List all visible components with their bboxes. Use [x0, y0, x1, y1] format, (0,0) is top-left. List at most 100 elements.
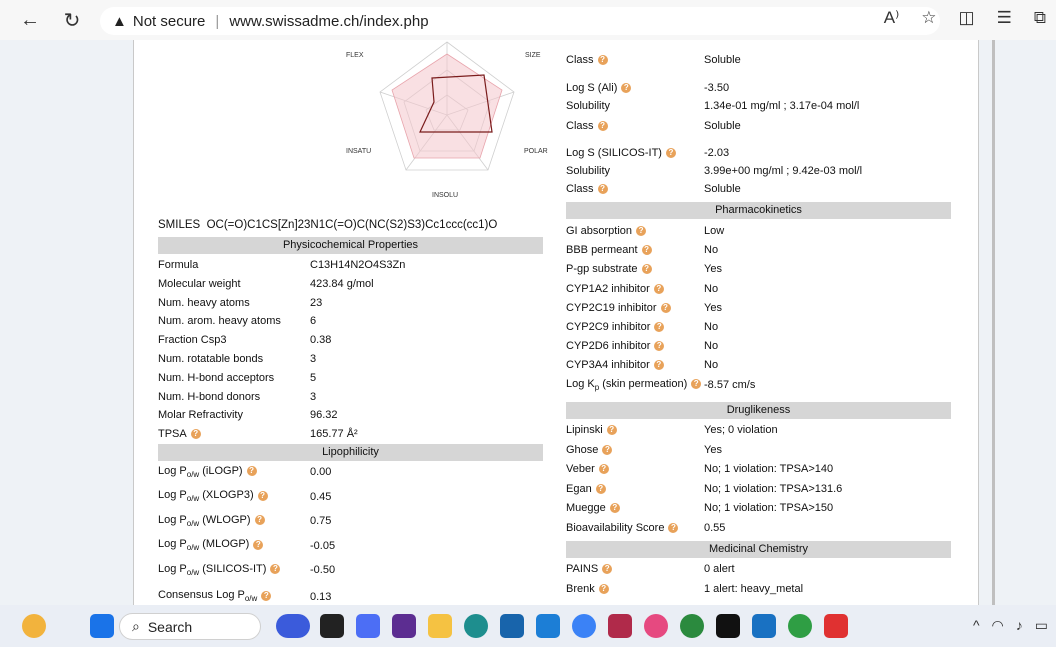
row-label: PAINS?: [566, 563, 613, 575]
collections-icon[interactable]: ⧉: [1034, 8, 1046, 28]
row-label: Log S (Ali)?: [566, 82, 632, 94]
pharmacokinetics-header: Pharmacokinetics: [566, 202, 951, 219]
pk-row: CYP2C19 inhibitor? Yes: [566, 299, 951, 317]
druglikeness-header: Druglikeness: [566, 402, 951, 419]
row-label: Molar Refractivity: [158, 409, 243, 422]
read-aloud-icon[interactable]: A⁾: [884, 8, 900, 28]
physchem-row: Formula C13H14N2O4S3Zn: [158, 256, 543, 274]
class-help-icon[interactable]: ?: [597, 55, 608, 66]
druglike-help-icon[interactable]: ?: [609, 503, 620, 514]
file-explorer-icon[interactable]: [428, 614, 452, 638]
taskbar-search[interactable]: ⌕ Search: [119, 613, 261, 640]
favorite-star-icon[interactable]: ☆: [921, 8, 936, 28]
row-value: Yes; 0 violation: [704, 424, 778, 436]
tpsa-help-icon[interactable]: ?: [190, 429, 201, 440]
back-icon[interactable]: ←: [16, 6, 44, 34]
app-icon-1[interactable]: [392, 614, 416, 638]
physchem-row: TPSA? 165.77 Å²: [158, 425, 543, 443]
subscript-ow: o/w: [186, 494, 200, 504]
pk-help-icon[interactable]: ?: [641, 245, 652, 256]
druglike-help-icon[interactable]: ?: [595, 483, 606, 494]
logs-help-icon[interactable]: ?: [665, 148, 676, 159]
logp-help-icon[interactable]: ?: [270, 564, 281, 574]
task-view-icon[interactable]: [320, 614, 344, 638]
store-icon[interactable]: [500, 614, 524, 638]
chevron-up-icon[interactable]: ^: [973, 617, 980, 634]
kp-help-icon[interactable]: ?: [691, 378, 702, 389]
row-value: -3.50: [704, 82, 730, 94]
row-value: 5: [310, 371, 317, 384]
pk-help-icon[interactable]: ?: [654, 341, 665, 352]
volume-icon[interactable]: ♪: [1016, 617, 1023, 634]
row-label: BBB permeant?: [566, 244, 652, 256]
app-icon-2[interactable]: [536, 614, 560, 638]
split-screen-icon[interactable]: ◫: [959, 8, 975, 28]
pk-help-icon[interactable]: ?: [653, 360, 664, 371]
app-icon-3[interactable]: [608, 614, 632, 638]
refresh-icon[interactable]: ↻: [58, 6, 86, 34]
word-icon[interactable]: [752, 614, 776, 638]
row-label: Num. H-bond donors: [158, 390, 261, 403]
physchem-row: Molar Refractivity 96.32: [158, 406, 543, 424]
favorites-icon[interactable]: ☰: [997, 8, 1012, 28]
medchem-help-icon[interactable]: ?: [602, 564, 613, 575]
app-icon-7[interactable]: [824, 614, 848, 638]
edge-icon[interactable]: [464, 614, 488, 638]
pk-help-icon[interactable]: ?: [653, 283, 664, 294]
row-value: 423.84 g/mol: [310, 277, 374, 290]
subscript-ow: o/w: [186, 470, 200, 480]
logp-help-icon[interactable]: ?: [257, 490, 268, 501]
row-label: Num. heavy atoms: [158, 296, 250, 309]
warning-icon: ▲: [112, 12, 127, 30]
logp-help-icon[interactable]: ?: [253, 539, 264, 550]
row-label: CYP2C9 inhibitor?: [566, 321, 665, 333]
physchem-row: Num. H-bond acceptors 5: [158, 369, 543, 387]
windows-start-icon[interactable]: [90, 614, 114, 638]
chat-icon[interactable]: [356, 614, 380, 638]
row-value: 165.77 Å²: [310, 428, 358, 441]
whatsapp-icon[interactable]: [788, 614, 812, 638]
pk-help-icon[interactable]: ?: [660, 302, 671, 313]
copilot-icon[interactable]: [276, 614, 310, 638]
solubility-row: Solubility 3.99e+00 mg/ml ; 9.42e-03 mol/…: [566, 162, 951, 180]
consensus-help-icon[interactable]: ?: [261, 590, 272, 601]
app-icon-5[interactable]: [680, 614, 704, 638]
druglikeness-row: Bioavailability Score? 0.55: [566, 519, 951, 537]
row-label: Veber?: [566, 463, 609, 475]
druglike-help-icon[interactable]: ?: [602, 444, 613, 455]
row-label: Class?: [566, 54, 608, 66]
class-help-icon[interactable]: ?: [597, 184, 608, 195]
address-bar[interactable]: ▲ Not secure | www.swissadme.ch/index.ph…: [100, 7, 940, 35]
row-value: -2.03: [704, 147, 730, 159]
logs-help-icon[interactable]: ?: [621, 83, 632, 94]
row-value: -0.05: [310, 539, 336, 552]
weather-icon[interactable]: [22, 614, 46, 638]
row-label: Num. H-bond acceptors: [158, 371, 275, 384]
results-sheet: FLEX SIZE INSATU POLAR INSOLU SMILES OC(…: [133, 40, 979, 605]
druglike-help-icon[interactable]: ?: [598, 464, 609, 475]
pk-row: CYP2D6 inhibitor? No: [566, 337, 951, 355]
logp-help-icon[interactable]: ?: [246, 466, 257, 476]
medchem-help-icon[interactable]: ?: [598, 583, 609, 594]
chrome-icon[interactable]: [572, 614, 596, 638]
pk-help-icon[interactable]: ?: [641, 264, 652, 275]
row-value: 0 alert: [704, 563, 735, 575]
app-icon-4[interactable]: [644, 614, 668, 638]
row-value: No: [704, 359, 719, 372]
pk-row: CYP1A2 inhibitor? No: [566, 280, 951, 298]
druglike-help-icon[interactable]: ?: [606, 425, 617, 436]
pk-help-icon[interactable]: ?: [636, 226, 647, 237]
wifi-icon[interactable]: ◠: [992, 617, 1004, 634]
class-help-icon[interactable]: ?: [597, 121, 608, 132]
system-tray: ^ ◠ ♪ ▭: [973, 617, 1048, 634]
toolbar-icons: A⁾ ☆ ◫ ☰ ⧉: [884, 8, 1046, 28]
battery-icon[interactable]: ▭: [1035, 617, 1048, 634]
lipophilicity-row: Log Po/w (iLOGP)? 0.00: [158, 463, 543, 481]
logp-help-icon[interactable]: ?: [254, 515, 265, 525]
pk-help-icon[interactable]: ?: [654, 322, 665, 333]
right-column: Class? Soluble Log S (Ali)? -3.50 Solubility…: [566, 48, 951, 605]
app-icon-6[interactable]: [716, 614, 740, 638]
druglike-help-icon[interactable]: ?: [668, 522, 679, 533]
row-value: Yes: [704, 443, 722, 456]
row-label: Log Po/w (SILICOS-IT)?: [158, 563, 281, 577]
